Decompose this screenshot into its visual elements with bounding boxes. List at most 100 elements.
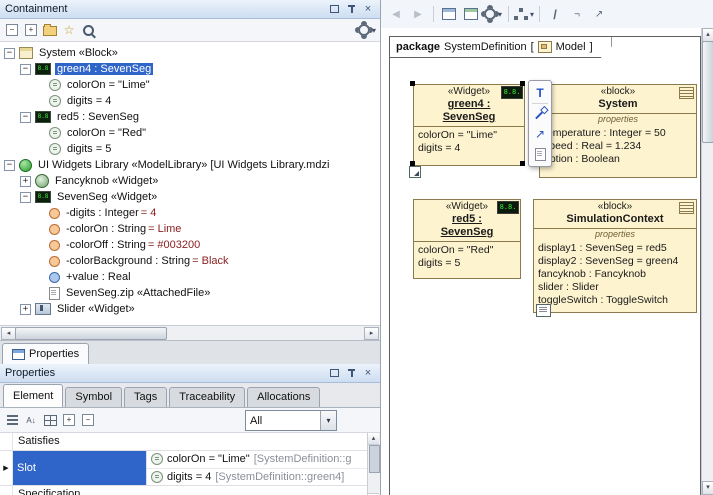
tree-item-attr-value[interactable]: +value : Real (0, 269, 380, 285)
scroll-up-icon[interactable]: ▴ (702, 28, 713, 42)
open-in-new-tree-icon[interactable] (41, 21, 59, 39)
oblique-path-icon[interactable]: / (545, 4, 565, 24)
satisfies-row[interactable]: Satisfies (0, 433, 368, 451)
tree-item-label[interactable]: SevenSeg «Widget» (55, 191, 159, 203)
tree-options-gear-icon[interactable]: ▾ (358, 21, 376, 39)
collapse-all-icon[interactable] (3, 21, 21, 39)
diagrams-icon[interactable] (439, 4, 459, 24)
properties-vscrollbar[interactable]: ▴ ▾ (367, 433, 380, 495)
tree-item-label[interactable]: SevenSeg.zip «AttachedFile» (64, 287, 212, 299)
rectilinear-path-icon[interactable]: ¬ (567, 4, 587, 24)
tree-item-label[interactable]: Slider «Widget» (55, 303, 137, 315)
expander-icon[interactable]: − (4, 48, 15, 59)
tree-item-label[interactable]: -colorBackground : String (64, 255, 192, 267)
dependency-icon[interactable]: ↗ (589, 4, 609, 24)
tree-item-sevenseg[interactable]: − SevenSeg «Widget» (0, 189, 380, 205)
close-icon[interactable]: × (361, 3, 375, 16)
diagram-vscrollbar[interactable]: ▴ ▾ (701, 28, 713, 495)
diagram-canvas[interactable]: package SystemDefinition [ Model ] «Widg… (381, 28, 713, 495)
float-window-icon[interactable] (327, 367, 341, 380)
tree-item-red5[interactable]: − red5 : SevenSeg (0, 109, 380, 125)
system-block-symbol[interactable]: «block» System properties temperature : … (539, 84, 697, 178)
tree-item-coloron-red[interactable]: colorOn = "Red" (0, 125, 380, 141)
scroll-down-icon[interactable]: ▾ (702, 481, 713, 495)
expander-icon[interactable]: − (4, 160, 15, 171)
tab-symbol[interactable]: Symbol (65, 387, 122, 407)
tree-item-digits-5[interactable]: digits = 5 (0, 141, 380, 157)
pin-icon[interactable] (344, 3, 358, 16)
tree-item-label[interactable]: Fancyknob «Widget» (53, 175, 160, 187)
expander-icon[interactable]: − (20, 192, 31, 203)
expert-properties-icon[interactable] (41, 411, 59, 429)
dropdown-arrow-icon[interactable]: ▾ (320, 411, 336, 430)
categorized-view-icon[interactable] (3, 411, 21, 429)
pin-icon[interactable] (344, 367, 358, 380)
collapse-categories-icon[interactable] (79, 411, 97, 429)
tree-item-green4[interactable]: − green4 : SevenSeg (0, 61, 380, 77)
expander-icon[interactable]: − (20, 64, 31, 75)
expander-icon[interactable]: − (20, 112, 31, 123)
scroll-left-icon[interactable]: ◂ (1, 327, 16, 340)
tree-item-attr-digits[interactable]: -digits : Integer = 4 (0, 205, 380, 221)
diagram-frame-header[interactable]: package SystemDefinition [ Model ] (390, 37, 612, 58)
tree-item-label[interactable]: UI Widgets Library «ModelLibrary» [UI Wi… (36, 159, 331, 171)
tab-tags[interactable]: Tags (124, 387, 167, 407)
selection-handle[interactable] (410, 81, 415, 86)
create-relation-icon[interactable]: ↗ (530, 124, 550, 144)
containment-tree[interactable]: − System «Block» − green4 : SevenSeg col… (0, 42, 380, 325)
tree-item-label[interactable]: -colorOff : String (64, 239, 148, 251)
tree-item-label[interactable]: digits = 4 (65, 95, 113, 107)
tree-item-attr-coloron[interactable]: -colorOn : String = Lime (0, 221, 380, 237)
expand-categories-icon[interactable] (60, 411, 78, 429)
forward-icon[interactable]: ▶ (408, 4, 428, 24)
internal-structure-badge-icon[interactable] (536, 304, 551, 317)
open-structure-badge-icon[interactable] (409, 166, 421, 178)
tab-element[interactable]: Element (3, 384, 63, 407)
selection-handle[interactable] (520, 161, 525, 166)
tree-item-label[interactable]: digits = 5 (65, 143, 113, 155)
tree-item-label[interactable]: colorOn = "Red" (65, 127, 148, 139)
sort-alphabetically-icon[interactable] (22, 411, 40, 429)
tree-item-attr-colorbackground[interactable]: -colorBackground : String = Black (0, 253, 380, 269)
specification-row[interactable]: Specification (0, 486, 368, 495)
diagram-options-gear-icon[interactable]: ▾ (483, 4, 503, 24)
tree-item-fancyknob[interactable]: + Fancyknob «Widget» (0, 173, 380, 189)
tree-item-coloron-lime[interactable]: colorOn = "Lime" (0, 77, 380, 93)
scroll-up-icon[interactable]: ▴ (368, 433, 379, 445)
slot-value-row-digits[interactable]: digits = 4 [SystemDefinition::green4] (147, 469, 368, 486)
properties-filter-dropdown[interactable]: All ▾ (245, 410, 337, 431)
tree-item-label[interactable]: System «Block» (37, 47, 120, 59)
tree-item-ui-widgets-library[interactable]: − UI Widgets Library «ModelLibrary» [UI … (0, 157, 380, 173)
green4-part-symbol[interactable]: «Widget» green4 : SevenSeg colorOn = "Li… (413, 84, 525, 166)
expand-all-icon[interactable] (22, 21, 40, 39)
tree-item-attr-coloroff[interactable]: -colorOff : String = #003200 (0, 237, 380, 253)
tree-item-label[interactable]: colorOn = "Lime" (65, 79, 152, 91)
red5-part-symbol[interactable]: «Widget» red5 : SevenSeg colorOn = "Red"… (413, 199, 521, 279)
vscroll-thumb[interactable] (369, 445, 380, 473)
expander-icon[interactable]: + (20, 304, 31, 315)
tree-item-label[interactable]: -colorOn : String (64, 223, 148, 235)
tree-item-slider[interactable]: + Slider «Widget» (0, 301, 380, 317)
tree-item-label[interactable]: -digits : Integer (64, 207, 141, 219)
float-window-icon[interactable] (327, 3, 341, 16)
expander-icon[interactable]: + (20, 176, 31, 187)
tree-hscrollbar[interactable]: ◂ ▸ (0, 325, 380, 340)
close-icon[interactable]: × (361, 367, 375, 380)
slot-cell[interactable]: Slot (12, 451, 147, 485)
tab-properties[interactable]: Properties (2, 343, 89, 364)
hscroll-thumb[interactable] (15, 327, 167, 340)
scroll-right-icon[interactable]: ▸ (364, 327, 379, 340)
back-icon[interactable]: ◀ (386, 4, 406, 24)
search-icon[interactable] (79, 21, 97, 39)
tab-allocations[interactable]: Allocations (247, 387, 320, 407)
tab-traceability[interactable]: Traceability (169, 387, 245, 407)
tree-item-system[interactable]: − System «Block» (0, 45, 380, 61)
validate-diagram-icon[interactable] (461, 4, 481, 24)
tree-item-digits-4[interactable]: digits = 4 (0, 93, 380, 109)
vscroll-thumb[interactable] (702, 41, 713, 143)
tree-item-label-selected[interactable]: green4 : SevenSeg (55, 63, 153, 75)
edit-name-icon[interactable]: T (530, 83, 550, 103)
tree-item-sevenseg-zip[interactable]: SevenSeg.zip «AttachedFile» (0, 285, 380, 301)
create-connector-icon[interactable] (530, 104, 550, 124)
tree-item-label[interactable]: +value : Real (64, 271, 133, 283)
